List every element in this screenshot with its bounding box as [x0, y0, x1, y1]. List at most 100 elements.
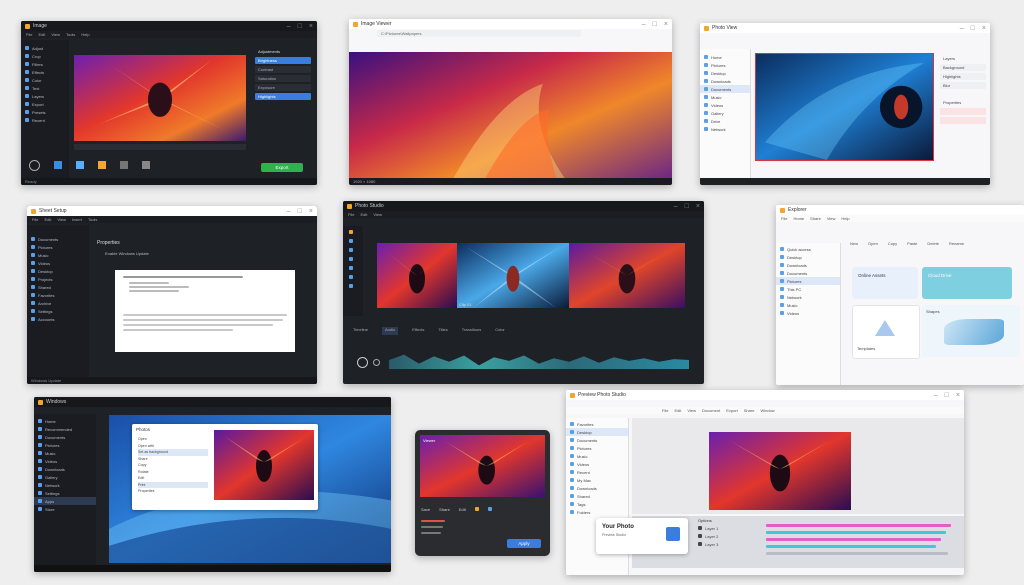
menu-item[interactable]: Edit — [360, 212, 367, 217]
save-button[interactable]: Save — [421, 507, 430, 512]
sidebar-item[interactable]: Settings — [34, 489, 96, 497]
menu-item[interactable]: Share — [744, 408, 755, 413]
sidebar-item[interactable]: Videos — [566, 460, 628, 468]
maximize-button[interactable]: □ — [298, 23, 302, 30]
menu-item[interactable]: File — [26, 32, 32, 37]
ribbon-new[interactable]: New — [850, 241, 858, 249]
filter-tool-icon[interactable] — [76, 161, 84, 169]
text-icon[interactable] — [349, 257, 353, 261]
sidebar-item[interactable]: Documents — [776, 269, 840, 277]
layer-row[interactable]: Highlights — [940, 73, 986, 80]
minimize-button[interactable]: – — [287, 23, 291, 30]
sidebar-item[interactable]: Music — [34, 449, 96, 457]
adjust-row[interactable]: Exposure — [255, 84, 311, 91]
sidebar-item[interactable]: Music — [566, 452, 628, 460]
sidebar-item[interactable]: Favorites — [27, 291, 89, 299]
preview-left[interactable] — [377, 243, 457, 308]
ribbon-rename[interactable]: Rename — [949, 241, 964, 249]
tab-audio[interactable]: Audio — [381, 327, 399, 335]
maximize-button[interactable]: □ — [945, 392, 949, 399]
maximize-button[interactable]: □ — [971, 25, 975, 32]
sidebar-item[interactable]: Videos — [700, 101, 750, 109]
sidebar-item[interactable]: Home — [34, 417, 96, 425]
menu-item[interactable]: File — [781, 216, 787, 221]
sidebar-item[interactable]: Settings — [27, 307, 89, 315]
sidebar-item[interactable]: Videos — [34, 457, 96, 465]
sidebar-item[interactable]: Downloads — [776, 261, 840, 269]
layer-row[interactable]: Layer 2 — [698, 532, 764, 540]
sidebar-item[interactable]: Recent — [21, 116, 69, 124]
your-photo-popup[interactable]: Your Photo Preview Studio — [596, 518, 688, 554]
sidebar-item[interactable]: Adjust — [21, 44, 69, 52]
rotate-icon[interactable] — [29, 159, 40, 171]
sidebar-item[interactable]: Gallery — [34, 473, 96, 481]
close-button[interactable]: × — [956, 392, 960, 399]
ribbon-delete[interactable]: Delete — [927, 241, 939, 249]
sidebar-item[interactable]: Documents — [34, 433, 96, 441]
minimize-button[interactable]: – — [934, 392, 938, 399]
preview-center[interactable] — [457, 243, 569, 308]
menu-item[interactable]: Tools — [66, 32, 75, 37]
menu-item[interactable]: Edit — [44, 217, 51, 222]
edit-button[interactable]: Edit — [459, 507, 466, 512]
sidebar-item[interactable]: Shared — [566, 492, 628, 500]
preview-right[interactable] — [569, 243, 685, 308]
ribbon-copy[interactable]: Copy — [888, 241, 897, 249]
sidebar-item[interactable]: Desktop — [776, 253, 840, 261]
play-button[interactable] — [357, 357, 368, 368]
sidebar-item[interactable]: Pictures — [700, 61, 750, 69]
sidebar-item[interactable]: Crop — [21, 52, 69, 60]
tile-cloud-drive[interactable]: Cloud Drive — [922, 267, 1012, 299]
sidebar-item[interactable]: Filters — [21, 60, 69, 68]
sidebar-item[interactable]: Pictures — [27, 243, 89, 251]
folder-icon[interactable] — [474, 507, 479, 511]
tablet-preview[interactable] — [420, 435, 545, 497]
menu-item[interactable]: Edit — [674, 408, 681, 413]
menu-item[interactable]: View — [373, 212, 382, 217]
maximize-button[interactable]: □ — [685, 203, 689, 210]
tab-transitions[interactable]: Transitions — [462, 327, 481, 335]
menu-item[interactable]: File — [32, 217, 38, 222]
wallpaper-image[interactable] — [349, 52, 672, 185]
menu-item[interactable]: View — [51, 32, 60, 37]
layer-row[interactable]: Layer 1 — [698, 524, 764, 532]
sidebar-item[interactable]: Home — [700, 53, 750, 61]
sidebar-item[interactable]: Network — [34, 481, 96, 489]
apply-button[interactable]: Apply — [507, 539, 541, 548]
update-option[interactable]: Enable Windows Update — [105, 251, 149, 256]
sidebar-item[interactable]: Desktop — [566, 428, 628, 436]
close-button[interactable]: × — [696, 203, 700, 210]
import-icon[interactable] — [349, 230, 353, 234]
menu-item[interactable]: Tools — [88, 217, 97, 222]
property-row[interactable] — [940, 108, 986, 115]
sidebar-item[interactable]: Gallery — [700, 109, 750, 117]
minimize-button[interactable]: – — [674, 203, 678, 210]
layer-row[interactable]: Background — [940, 64, 986, 71]
sidebar-item[interactable]: Accounts — [27, 315, 89, 323]
image-icon[interactable] — [487, 507, 492, 511]
tab-titles[interactable]: Titles — [438, 327, 447, 335]
ribbon-open[interactable]: Open — [868, 241, 878, 249]
share-button[interactable]: Share — [439, 507, 450, 512]
minimize-button[interactable]: – — [287, 208, 291, 215]
menu-item[interactable]: Insert — [72, 217, 82, 222]
sidebar-item[interactable]: Favorites — [566, 420, 628, 428]
maximize-button[interactable]: □ — [653, 21, 657, 28]
layer-row[interactable]: Layer 3 — [698, 540, 764, 548]
tab-timeline[interactable]: Timeline — [353, 327, 368, 335]
ribbon-paste[interactable]: Paste — [907, 241, 917, 249]
menu-item[interactable]: View — [57, 217, 66, 222]
sidebar-item[interactable]: Videos — [776, 309, 840, 317]
adjust-row[interactable]: Contrast — [255, 66, 311, 73]
media-icon[interactable] — [349, 239, 353, 243]
sidebar-item[interactable]: Music — [27, 251, 89, 259]
sidebar-item[interactable]: Apps — [34, 497, 96, 505]
minimize-button[interactable]: – — [960, 25, 964, 32]
photo-canvas[interactable] — [755, 53, 934, 161]
tab-effects[interactable]: Effects — [412, 327, 424, 335]
sidebar-item[interactable]: This PC — [776, 285, 840, 293]
menu-item[interactable]: Export — [726, 408, 738, 413]
sidebar-item[interactable]: Effects — [21, 68, 69, 76]
address-bar[interactable]: C:\Pictures\Wallpapers — [377, 30, 581, 37]
adjust-row[interactable]: Highlights — [255, 93, 311, 100]
